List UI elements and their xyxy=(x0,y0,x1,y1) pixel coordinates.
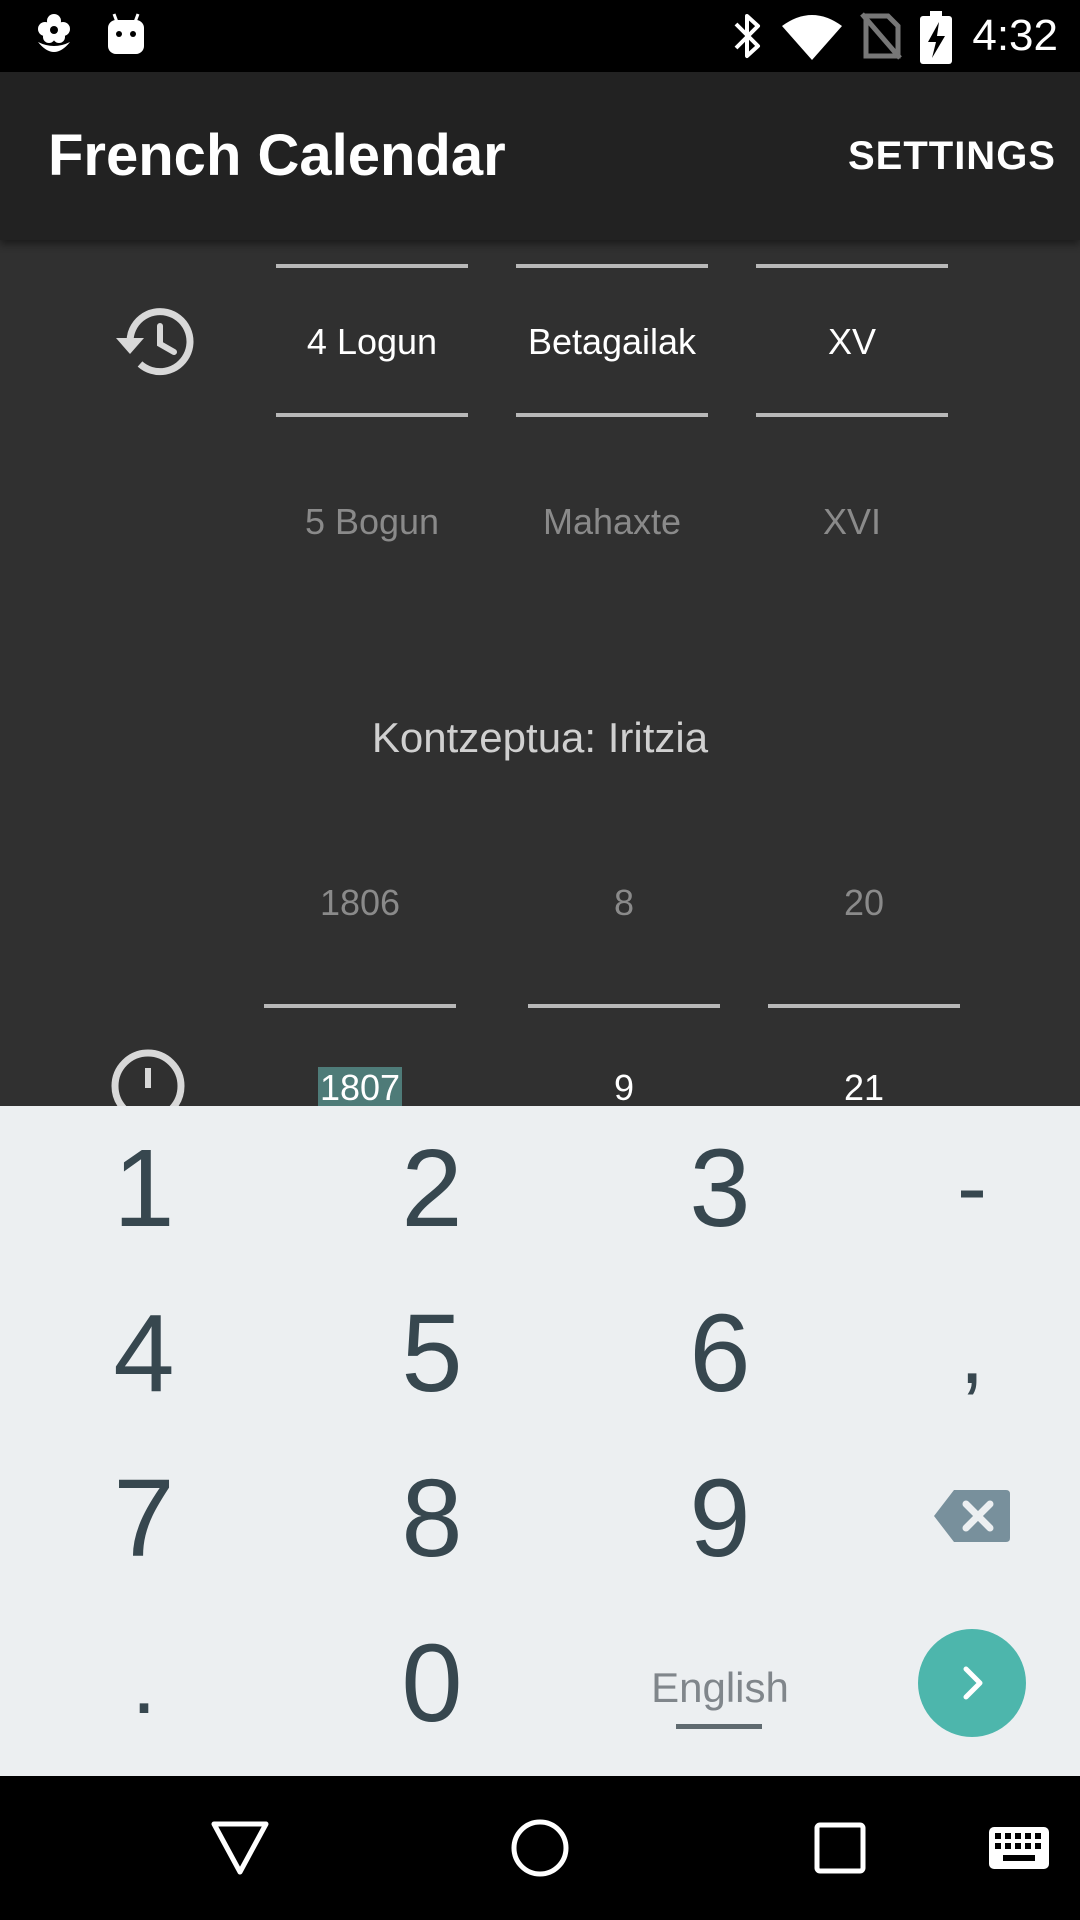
chevron-right-icon xyxy=(952,1663,992,1708)
year-picker-next[interactable]: XVI xyxy=(736,492,968,552)
key-5[interactable]: 5 xyxy=(288,1271,576,1436)
key-2[interactable]: 2 xyxy=(288,1106,576,1271)
gregorian-day-previous[interactable]: 20 xyxy=(748,873,980,933)
year-picker-top-divider xyxy=(756,264,948,268)
wifi-icon xyxy=(780,10,844,67)
gregorian-month-previous[interactable]: 8 xyxy=(508,873,740,933)
key-period[interactable]: . xyxy=(0,1601,288,1766)
key-minus[interactable]: - xyxy=(864,1106,1080,1271)
numeric-keyboard: 1 2 3 - 4 5 6 , 7 8 9 . 0 English xyxy=(0,1106,1080,1776)
key-3[interactable]: 3 xyxy=(576,1106,864,1271)
gregorian-month-selected[interactable]: 9 xyxy=(508,1058,740,1106)
language-switch-button[interactable]: English xyxy=(620,1628,820,1748)
month-picker-next[interactable]: Mahaxte xyxy=(496,492,728,552)
status-bar: 4:32 xyxy=(0,0,1080,72)
gregorian-year-top-divider xyxy=(264,1004,456,1008)
date-converter: 4 Logun 5 Bogun Betagailak Mahaxte XV XV… xyxy=(0,240,1080,1106)
month-picker-selected[interactable]: Betagailak xyxy=(496,312,728,372)
day-picker-next[interactable]: 5 Bogun xyxy=(256,492,488,552)
year-picker-bottom-divider xyxy=(756,413,948,417)
day-picker-top-divider xyxy=(276,264,468,268)
bluetooth-icon xyxy=(728,10,768,67)
keyboard-icon[interactable] xyxy=(988,1826,1050,1875)
back-icon[interactable] xyxy=(210,1820,270,1881)
gregorian-year-previous[interactable]: 1806 xyxy=(244,873,476,933)
app-bar: French Calendar SETTINGS xyxy=(0,72,1080,240)
key-4[interactable]: 4 xyxy=(0,1271,288,1436)
key-9[interactable]: 9 xyxy=(576,1436,864,1601)
month-picker-top-divider xyxy=(516,264,708,268)
recents-icon[interactable] xyxy=(814,1822,866,1879)
android-notification-icon xyxy=(104,10,148,63)
day-picker-bottom-divider xyxy=(276,413,468,417)
key-1[interactable]: 1 xyxy=(0,1106,288,1271)
concept-label: Kontzeptua: Iritzia xyxy=(371,714,709,761)
home-icon[interactable] xyxy=(510,1818,570,1883)
day-picker-selected[interactable]: 4 Logun xyxy=(256,312,488,372)
gregorian-year-selected: 1807 xyxy=(317,1067,403,1106)
year-picker-selected[interactable]: XV xyxy=(736,312,968,372)
history-icon[interactable] xyxy=(112,304,196,385)
language-indicator xyxy=(676,1724,762,1729)
go-button[interactable] xyxy=(918,1629,1026,1737)
key-6[interactable]: 6 xyxy=(576,1271,864,1436)
battery-charging-icon xyxy=(918,10,954,71)
gregorian-day-selected[interactable]: 21 xyxy=(748,1058,980,1106)
gregorian-month-top-divider xyxy=(528,1004,720,1008)
gregorian-year-input[interactable]: 1807 xyxy=(244,1058,476,1106)
month-picker-bottom-divider xyxy=(516,413,708,417)
key-0[interactable]: 0 xyxy=(288,1601,576,1766)
flower-notification-icon xyxy=(32,10,76,63)
gregorian-day-top-divider xyxy=(768,1004,960,1008)
key-7[interactable]: 7 xyxy=(0,1436,288,1601)
backspace-icon[interactable] xyxy=(932,1486,1012,1551)
navigation-bar xyxy=(0,1776,1080,1920)
settings-button[interactable]: SETTINGS xyxy=(848,72,1056,240)
app-title: French Calendar xyxy=(48,123,506,188)
no-sim-icon xyxy=(858,10,902,67)
clock-icon[interactable] xyxy=(108,1046,188,1106)
key-comma[interactable]: , xyxy=(864,1271,1080,1436)
key-8[interactable]: 8 xyxy=(288,1436,576,1601)
status-time: 4:32 xyxy=(972,11,1058,60)
